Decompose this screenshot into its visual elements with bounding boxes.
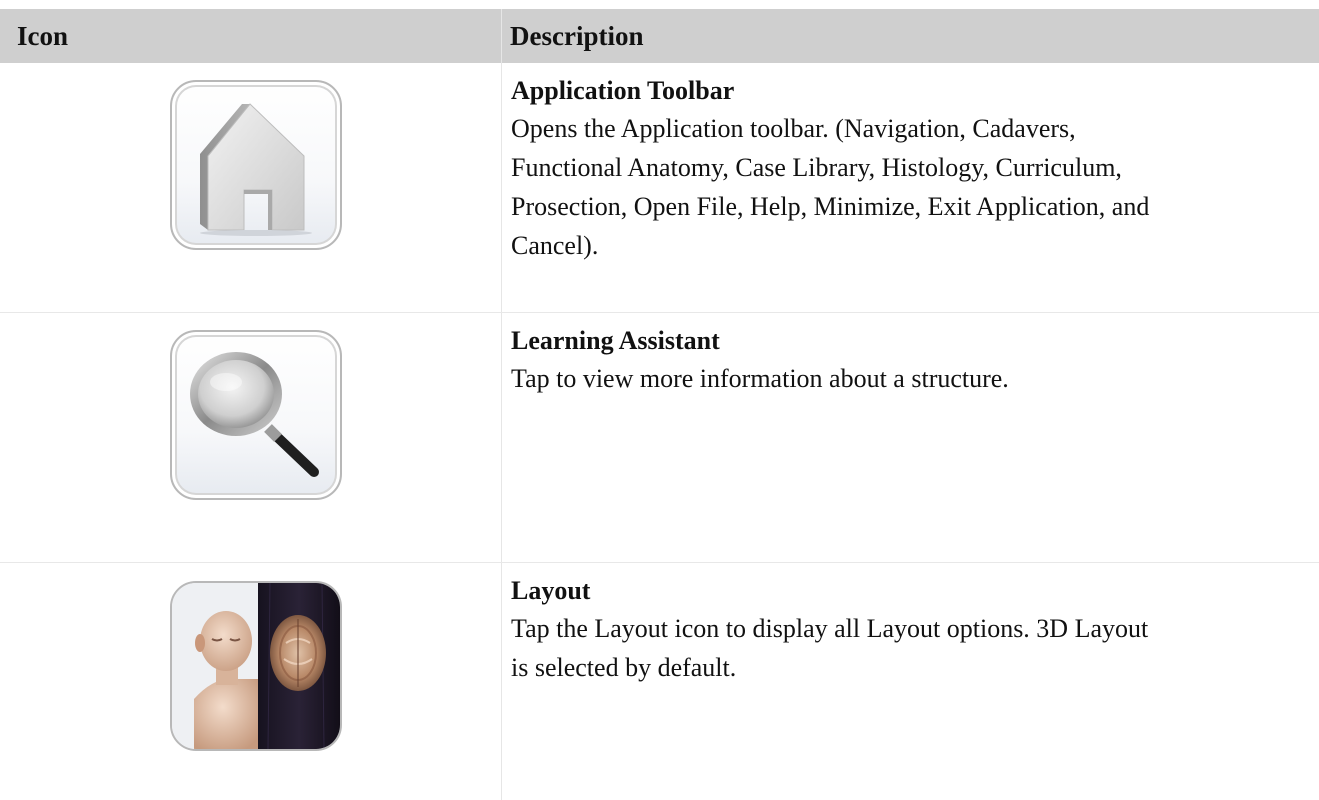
header-icon: Icon	[0, 9, 502, 63]
layout-icon[interactable]	[170, 581, 342, 751]
entry-line: Functional Anatomy, Case Library, Histol…	[511, 153, 1122, 182]
header-description: Description	[510, 21, 644, 51]
entry-title: Layout	[511, 576, 591, 605]
table-row: Layout Tap the Layout icon to display al…	[0, 563, 1319, 800]
entry-title: Application Toolbar	[511, 76, 735, 105]
entry-line: Tap the Layout icon to display all Layou…	[511, 614, 1149, 643]
entry-text: Tap to view more information about a str…	[511, 359, 1319, 398]
icon-cell	[0, 313, 502, 562]
entry-text: Opens the Application toolbar. (Navigati…	[511, 109, 1319, 265]
entry-line: Cancel).	[511, 231, 599, 260]
description-cell: Application Toolbar Opens the Applicatio…	[502, 63, 1319, 312]
table-row: Learning Assistant Tap to view more info…	[0, 313, 1319, 563]
icon-cell	[0, 63, 502, 312]
home-icon[interactable]	[170, 80, 342, 250]
entry-line: Prosection, Open File, Help, Minimize, E…	[511, 192, 1150, 221]
magnifier-icon[interactable]	[170, 330, 342, 500]
icon-description-table: Icon Description Application Toolbar Ope…	[0, 9, 1319, 800]
description-cell: Layout Tap the Layout icon to display al…	[502, 563, 1319, 800]
icon-cell	[0, 563, 502, 800]
entry-line: is selected by default.	[511, 653, 737, 682]
entry-text: Tap the Layout icon to display all Layou…	[511, 609, 1319, 687]
entry-line: Opens the Application toolbar. (Navigati…	[511, 114, 1076, 143]
table-header-row: Icon Description	[0, 9, 1319, 63]
entry-title: Learning Assistant	[511, 326, 720, 355]
description-cell: Learning Assistant Tap to view more info…	[502, 313, 1319, 562]
table-row: Application Toolbar Opens the Applicatio…	[0, 63, 1319, 313]
entry-line: Tap to view more information about a str…	[511, 364, 1009, 393]
